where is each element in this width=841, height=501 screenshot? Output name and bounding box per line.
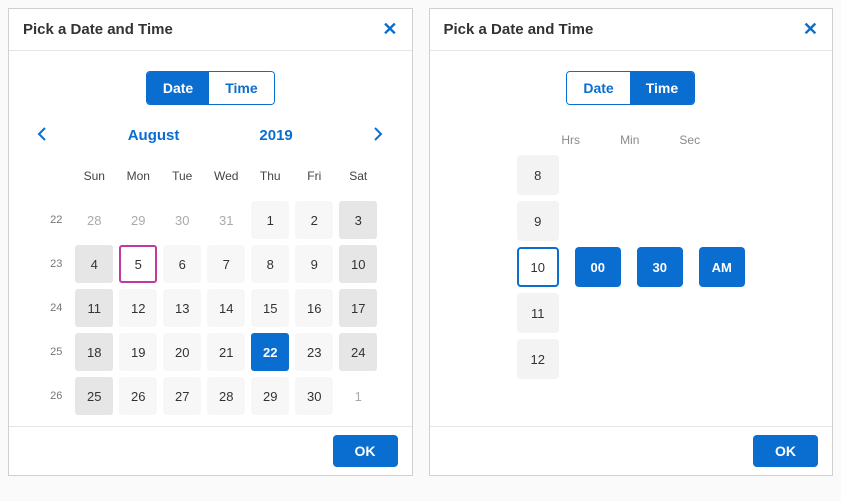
day-cell[interactable]: 1 [251,201,289,239]
year-picker[interactable]: 2019 [259,127,292,144]
chevron-left-icon[interactable] [33,123,51,148]
day-cell[interactable]: 27 [163,377,201,415]
date-time-segmented: Date Time [146,71,275,105]
week-number: 24 [50,302,62,314]
dow-label: Wed [214,162,238,190]
ampm-value[interactable]: AM [699,247,745,287]
day-cell[interactable]: 26 [119,377,157,415]
day-cell[interactable]: 28 [207,377,245,415]
day-cell[interactable]: 4 [75,245,113,283]
day-cell[interactable]: 8 [251,245,289,283]
tab-time[interactable]: Time [209,72,273,104]
day-cell[interactable]: 11 [75,289,113,327]
hour-option[interactable]: 9 [517,201,559,241]
day-cell[interactable]: 16 [295,289,333,327]
hour-option[interactable]: 11 [517,293,559,333]
week-number: 26 [50,390,62,402]
hours-column[interactable]: 8 9 10 11 12 [517,155,559,379]
datetime-picker-time: Pick a Date and Time ✕ Date Time Hrs Min… [429,8,834,476]
second-value[interactable]: 30 [637,247,683,287]
day-cell[interactable]: 31 [207,201,245,239]
day-cell[interactable]: 21 [207,333,245,371]
date-time-segmented: Date Time [566,71,695,105]
panel-title: Pick a Date and Time [444,21,594,38]
dow-label: Sat [349,162,367,190]
day-cell[interactable]: 22 [251,333,289,371]
ok-button[interactable]: OK [753,435,818,467]
close-icon[interactable]: ✕ [382,19,397,40]
day-cell[interactable]: 20 [163,333,201,371]
dow-label: Fri [307,162,321,190]
day-cell[interactable]: 2 [295,201,333,239]
day-cell[interactable]: 3 [339,201,377,239]
tab-time[interactable]: Time [630,72,694,104]
panel-header: Pick a Date and Time ✕ [9,9,412,51]
calendar-grid: SunMonTueWedThuFriSat2228293031123234567… [40,154,380,418]
day-cell[interactable]: 28 [75,201,113,239]
close-icon[interactable]: ✕ [803,19,818,40]
week-number: 25 [50,346,62,358]
tab-date[interactable]: Date [567,72,629,104]
day-cell[interactable]: 18 [75,333,113,371]
day-cell[interactable]: 29 [251,377,289,415]
month-picker[interactable]: August [128,127,180,144]
day-cell[interactable]: 15 [251,289,289,327]
day-cell[interactable]: 5 [119,245,157,283]
hour-option[interactable]: 8 [517,155,559,195]
datetime-picker-date: Pick a Date and Time ✕ Date Time August … [8,8,413,476]
dow-label: Tue [172,162,192,190]
time-selectors: 8 9 10 11 12 00 30 AM [517,155,745,379]
day-cell[interactable]: 12 [119,289,157,327]
week-number: 22 [50,214,62,226]
dow-label: Mon [127,162,150,190]
hour-option[interactable]: 12 [517,339,559,379]
panel-title: Pick a Date and Time [23,21,173,38]
day-cell[interactable]: 30 [295,377,333,415]
hrs-label: Hrs [561,133,580,147]
panel-header: Pick a Date and Time ✕ [430,9,833,51]
day-cell[interactable]: 9 [295,245,333,283]
panel-footer: OK [9,426,412,475]
minute-value[interactable]: 00 [575,247,621,287]
sec-label: Sec [679,133,700,147]
day-cell[interactable]: 6 [163,245,201,283]
day-cell[interactable]: 17 [339,289,377,327]
day-cell[interactable]: 29 [119,201,157,239]
dow-label: Sun [84,162,105,190]
day-cell[interactable]: 1 [339,377,377,415]
month-nav: August 2019 [29,123,392,154]
day-cell[interactable]: 24 [339,333,377,371]
day-cell[interactable]: 19 [119,333,157,371]
time-column-headers: Hrs Min Sec [561,133,700,147]
day-cell[interactable]: 14 [207,289,245,327]
day-cell[interactable]: 7 [207,245,245,283]
chevron-right-icon[interactable] [369,123,387,148]
min-label: Min [620,133,639,147]
day-cell[interactable]: 30 [163,201,201,239]
day-cell[interactable]: 23 [295,333,333,371]
dow-label: Thu [260,162,281,190]
panel-footer: OK [430,426,833,475]
day-cell[interactable]: 10 [339,245,377,283]
ok-button[interactable]: OK [333,435,398,467]
week-number: 23 [50,258,62,270]
day-cell[interactable]: 13 [163,289,201,327]
day-cell[interactable]: 25 [75,377,113,415]
tab-date[interactable]: Date [147,72,209,104]
hour-option[interactable]: 10 [517,247,559,287]
